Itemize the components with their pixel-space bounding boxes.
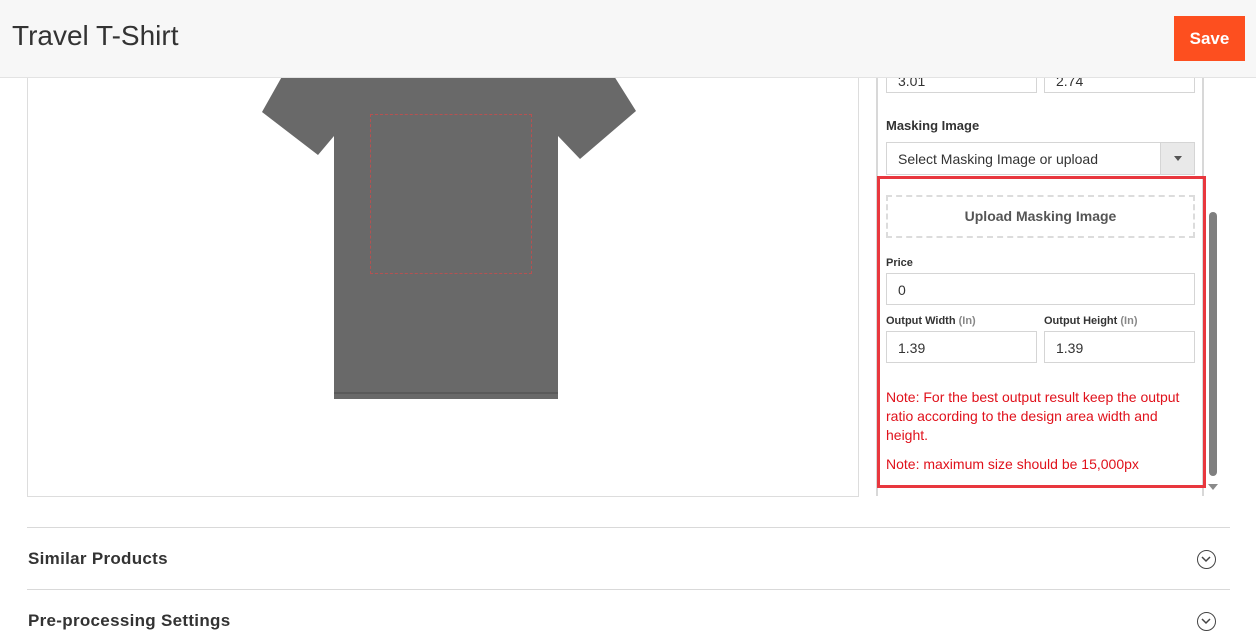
save-button[interactable]: Save (1174, 16, 1245, 61)
chevron-down-icon[interactable] (1197, 550, 1216, 569)
output-width-unit: (In) (958, 315, 976, 327)
product-preview-panel (27, 40, 859, 497)
output-height-label-text: Output Height (1044, 315, 1118, 327)
masking-image-select[interactable]: Select Masking Image or upload (886, 142, 1195, 175)
output-height-unit: (In) (1120, 315, 1138, 327)
page-root: 3.01 2.74 Masking Image Select Masking I… (0, 0, 1256, 631)
design-area-outline[interactable] (370, 114, 532, 274)
max-size-note: Note: maximum size should be 15,000px (886, 456, 1139, 472)
scroll-down-arrow-icon[interactable] (1208, 484, 1218, 490)
price-input[interactable]: 0 (886, 273, 1195, 305)
output-height-input[interactable]: 1.39 (1044, 331, 1195, 363)
page-title: Travel T-Shirt (12, 20, 179, 51)
chevron-down-icon[interactable] (1197, 612, 1216, 631)
masking-image-label: Masking Image (886, 118, 980, 133)
dropdown-arrow-icon[interactable] (1160, 143, 1194, 174)
output-ratio-note: Note: For the best output result keep th… (886, 389, 1180, 443)
accordion-similar-products[interactable]: Similar Products (27, 527, 1230, 589)
output-width-label-text: Output Width (886, 315, 956, 327)
output-width-input[interactable]: 1.39 (886, 331, 1037, 363)
page-header: Travel T-Shirt Save (0, 0, 1256, 78)
price-label: Price (886, 257, 913, 269)
scrollbar-thumb[interactable] (1209, 212, 1217, 476)
accordion-title-preprocessing-settings: Pre-processing Settings (28, 611, 231, 630)
accordion-title-similar-products: Similar Products (28, 549, 168, 568)
accordion-preprocessing-settings[interactable]: Pre-processing Settings (27, 589, 1230, 631)
output-height-label: Output Height (In) (1044, 315, 1138, 327)
settings-panel: 3.01 2.74 Masking Image Select Masking I… (876, 40, 1204, 496)
output-width-label: Output Width (In) (886, 315, 976, 327)
masking-select-value: Select Masking Image or upload (898, 151, 1098, 167)
upload-masking-image-button[interactable]: Upload Masking Image (886, 195, 1195, 238)
